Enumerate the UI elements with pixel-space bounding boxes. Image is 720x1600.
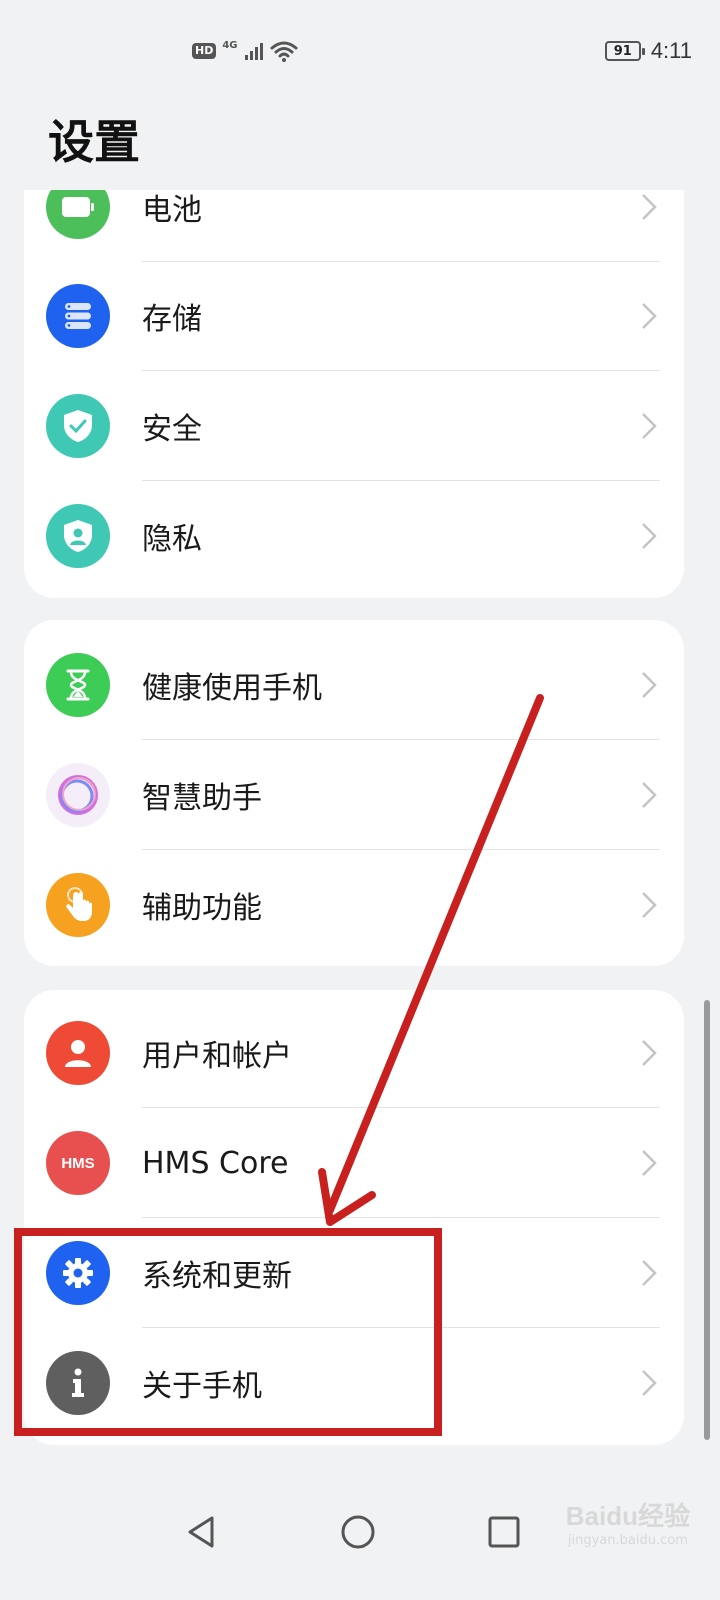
battery-icon — [46, 190, 110, 239]
chevron-right-icon — [642, 194, 657, 220]
hand-touch-icon — [46, 873, 110, 937]
settings-item-smart-assistant[interactable]: 智慧助手 — [24, 740, 684, 850]
settings-item-label: 安全 — [142, 412, 202, 447]
chevron-right-icon — [642, 782, 657, 808]
battery-level: 91 — [613, 43, 632, 59]
recent-apps-icon[interactable] — [482, 1510, 526, 1554]
settings-group-2: 健康使用手机 智慧助手 辅助功能 — [24, 620, 684, 966]
page-title: 设置 — [48, 115, 140, 169]
settings-item-label: 隐私 — [142, 522, 202, 557]
signal-icon — [244, 43, 263, 60]
watermark-sub: jingyan.baidu.com — [567, 1533, 688, 1548]
settings-item-digital-balance[interactable]: 健康使用手机 — [24, 630, 684, 740]
settings-item-label: 健康使用手机 — [142, 671, 322, 706]
privacy-shield-icon — [46, 504, 110, 568]
chevron-right-icon — [642, 1150, 657, 1176]
settings-item-security[interactable]: 安全 — [24, 371, 684, 481]
chevron-right-icon — [642, 1040, 657, 1066]
settings-group-1: 电池 存储 安全 隐私 — [24, 190, 684, 598]
hms-badge-text: HMS — [61, 1154, 95, 1172]
chevron-right-icon — [642, 1260, 657, 1286]
chevron-right-icon — [642, 1370, 657, 1396]
home-icon[interactable] — [336, 1510, 380, 1554]
settings-item-users-accounts[interactable]: 用户和帐户 — [24, 998, 684, 1108]
settings-item-label: 电池 — [142, 193, 202, 228]
settings-item-label: HMS Core — [142, 1145, 289, 1181]
network-type: 4G — [222, 39, 238, 51]
wifi-icon — [270, 41, 298, 62]
status-indicators: HD 4G — [192, 40, 298, 62]
settings-item-privacy[interactable]: 隐私 — [24, 481, 684, 591]
settings-item-label: 辅助功能 — [142, 891, 262, 926]
settings-item-battery[interactable]: 电池 — [24, 190, 684, 262]
watermark-main: Baidu经验 — [565, 1501, 690, 1531]
settings-item-label: 用户和帐户 — [142, 1039, 292, 1074]
chevron-right-icon — [642, 892, 657, 918]
status-right: 91 4:11 — [604, 38, 692, 64]
assistant-orb-icon — [46, 763, 110, 827]
chevron-right-icon — [642, 303, 657, 329]
hms-core-icon: HMS — [46, 1131, 110, 1195]
settings-item-storage[interactable]: 存储 — [24, 261, 684, 371]
status-bar: HD 4G 91 4:11 — [0, 0, 720, 100]
settings-item-hms-core[interactable]: HMS HMS Core — [24, 1108, 684, 1218]
clock: 4:11 — [650, 38, 692, 63]
settings-item-label: 智慧助手 — [142, 781, 262, 816]
battery-indicator: 91 — [604, 41, 645, 61]
hourglass-icon — [46, 653, 110, 717]
user-icon — [46, 1021, 110, 1085]
scrollbar[interactable] — [704, 1000, 710, 1440]
back-icon[interactable] — [180, 1510, 224, 1554]
watermark: Baidu经验 jingyan.baidu.com — [566, 1496, 690, 1548]
settings-item-accessibility[interactable]: 辅助功能 — [24, 850, 684, 960]
chevron-right-icon — [642, 413, 657, 439]
settings-item-label: 存储 — [142, 302, 202, 337]
chevron-right-icon — [642, 523, 657, 549]
hd-badge: HD — [192, 43, 217, 59]
chevron-right-icon — [642, 672, 657, 698]
shield-check-icon — [46, 394, 110, 458]
annotation-highlight-box — [14, 1228, 442, 1436]
storage-icon — [46, 284, 110, 348]
